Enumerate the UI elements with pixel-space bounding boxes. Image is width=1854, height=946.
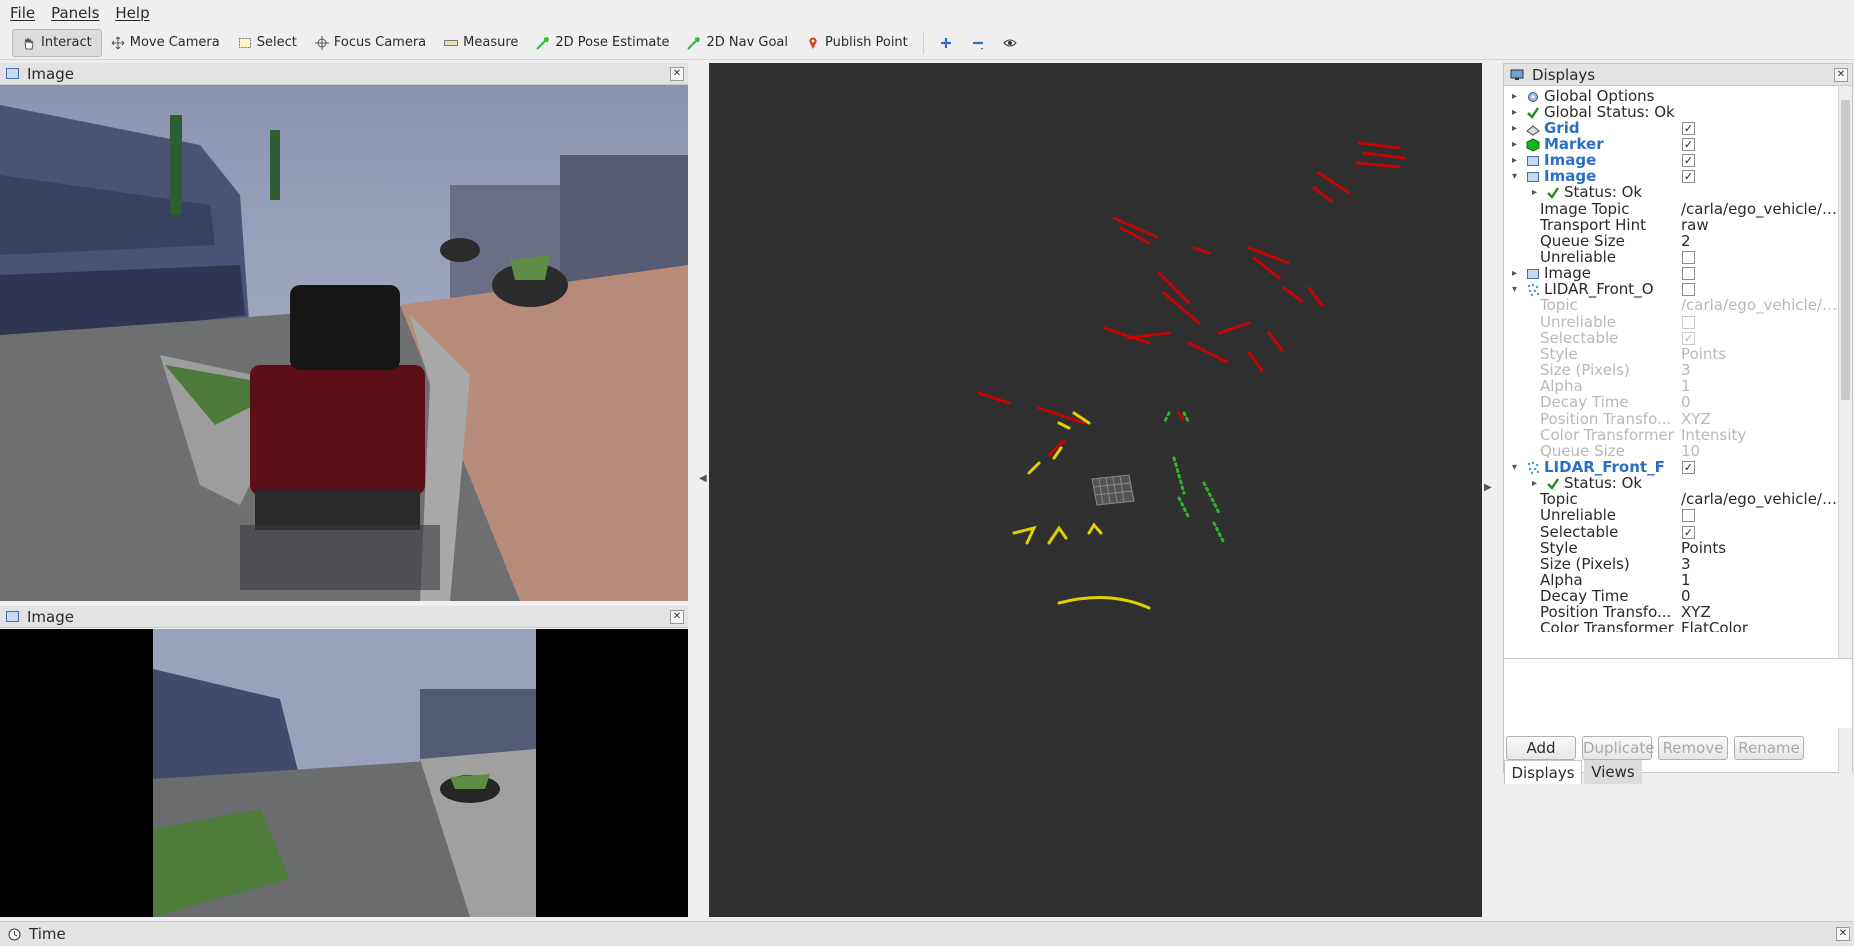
camera-image-bottom (0, 629, 688, 917)
eye-icon (1003, 39, 1017, 46)
remove-tool-button[interactable] (962, 29, 994, 57)
camera-image-top (0, 85, 688, 601)
lidar-points-yellow (1012, 411, 1151, 610)
toolbar-separator (922, 31, 924, 54)
enabled-checkbox[interactable]: ✓ (1682, 525, 1695, 539)
check-icon (1547, 187, 1559, 200)
plus-icon (940, 37, 951, 48)
lidar-icon (1527, 284, 1540, 297)
time-panel-header: Time ✕ (0, 921, 1854, 946)
image-panel-bottom-header: Image ✕ (0, 606, 688, 628)
displays-title: Displays (1532, 65, 1596, 84)
lidar-points-green (1117, 411, 1226, 545)
interact-tool-button[interactable]: Interact (12, 28, 102, 57)
tab-displays[interactable]: Displays (1504, 760, 1582, 784)
map-pin-icon (809, 37, 817, 49)
select-box-icon (238, 37, 251, 48)
minus-icon (972, 41, 983, 49)
menu-panels[interactable]: Panels (51, 4, 99, 22)
measure-tool-button[interactable]: Measure (435, 29, 527, 57)
grid-display (1091, 474, 1135, 506)
menu-help[interactable]: Help (115, 4, 149, 22)
select-tool-button[interactable]: Select (229, 29, 306, 57)
duplicate-display-button[interactable]: Duplicate (1582, 736, 1654, 760)
display-row-name: Color Transformer (1540, 619, 1674, 632)
collapse-left-arrow[interactable]: ◀ (699, 473, 707, 484)
image-icon (6, 611, 19, 622)
lidar-icon (1527, 461, 1540, 475)
display-row[interactable]: Color Transformer FlatColor (1504, 619, 1837, 632)
time-panel-title: Time (29, 925, 66, 943)
focus-camera-tool-button[interactable]: Focus Camera (306, 29, 435, 57)
menu-bar: File Panels Help (0, 0, 1854, 26)
tool-bar: Interact Move Camera Select Focus Camera… (0, 26, 1854, 60)
nav-goal-label: 2D Nav Goal (706, 35, 789, 50)
check-icon (1527, 106, 1539, 119)
nav-goal-tool-button[interactable]: 2D Nav Goal (678, 29, 797, 57)
lidar-points-red (977, 141, 1406, 457)
enabled-checkbox[interactable]: ✓ (1682, 154, 1695, 168)
move-camera-label: Move Camera (129, 35, 220, 50)
displays-header: Displays ✕ (1504, 64, 1852, 86)
tab-views[interactable]: Views (1584, 760, 1642, 784)
image-panel-bottom-title: Image (27, 607, 74, 626)
hand-icon (24, 37, 34, 49)
image-panel-top-header: Image ✕ (0, 63, 688, 85)
remove-display-button[interactable]: Remove (1658, 736, 1728, 760)
enabled-checkbox[interactable] (1682, 283, 1695, 297)
displays-tree[interactable]: ▸ Global Options ▸ Global Status: Ok ▸ Grid ✓ ▸… (1504, 86, 1838, 633)
image-panel-top-title: Image (27, 64, 74, 83)
enabled-checkbox[interactable]: ✓ (1682, 460, 1695, 474)
pose-estimate-tool-button[interactable]: 2D Pose Estimate (527, 29, 678, 57)
display-row-value[interactable]: FlatColor (1681, 619, 1838, 632)
enabled-checkbox[interactable] (1682, 251, 1695, 264)
img-icon (1527, 156, 1539, 167)
gear-icon (1528, 91, 1538, 102)
description-area (1504, 658, 1852, 728)
monitor-icon (1510, 69, 1524, 80)
close-panel-button[interactable]: ✕ (1836, 927, 1850, 941)
select-label: Select (256, 35, 297, 50)
close-panel-button[interactable]: ✕ (670, 67, 684, 81)
add-tool-button[interactable] (930, 29, 962, 57)
img-icon (1527, 269, 1539, 280)
publish-point-label: Publish Point (825, 35, 908, 50)
clock-icon (8, 928, 21, 940)
menu-file[interactable]: File (10, 4, 35, 22)
image-icon (6, 68, 19, 79)
green-arrow-icon (687, 36, 701, 50)
close-panel-button[interactable]: ✕ (1834, 68, 1848, 82)
enabled-checkbox[interactable]: ✓ (1682, 137, 1695, 151)
enabled-checkbox[interactable]: ✓ (1682, 331, 1695, 345)
render-viewport[interactable]: ◀ (699, 63, 1482, 917)
pose-estimate-label: 2D Pose Estimate (555, 35, 670, 50)
move-arrows-icon (111, 36, 125, 49)
publish-point-tool-button[interactable]: Publish Point (797, 29, 917, 57)
focus-camera-label: Focus Camera (333, 35, 427, 50)
enabled-checkbox[interactable]: ✓ (1682, 121, 1695, 135)
ruler-icon (444, 39, 459, 46)
move-camera-tool-button[interactable]: Move Camera (102, 29, 229, 57)
collapse-right-arrow[interactable]: ▶ (1484, 482, 1492, 493)
img-icon (1527, 172, 1539, 183)
interact-label: Interact (41, 35, 92, 50)
add-display-button[interactable]: Add (1506, 736, 1576, 760)
check-icon (1547, 478, 1559, 490)
rename-display-button[interactable]: Rename (1734, 736, 1804, 760)
close-panel-button[interactable]: ✕ (670, 610, 684, 624)
enabled-checkbox[interactable] (1682, 509, 1695, 523)
enabled-checkbox[interactable] (1682, 315, 1695, 329)
view-options-button[interactable] (994, 29, 1026, 57)
enabled-checkbox[interactable] (1682, 267, 1695, 281)
crosshair-icon (314, 35, 329, 50)
grid-icon (1526, 125, 1540, 136)
measure-label: Measure (463, 35, 519, 50)
displays-panel: Displays ✕ ▸ Global Options ▸ Global Status… (1503, 63, 1853, 784)
cube-icon (1526, 138, 1540, 152)
enabled-checkbox[interactable]: ✓ (1682, 170, 1695, 184)
green-arrow-icon (536, 36, 550, 50)
